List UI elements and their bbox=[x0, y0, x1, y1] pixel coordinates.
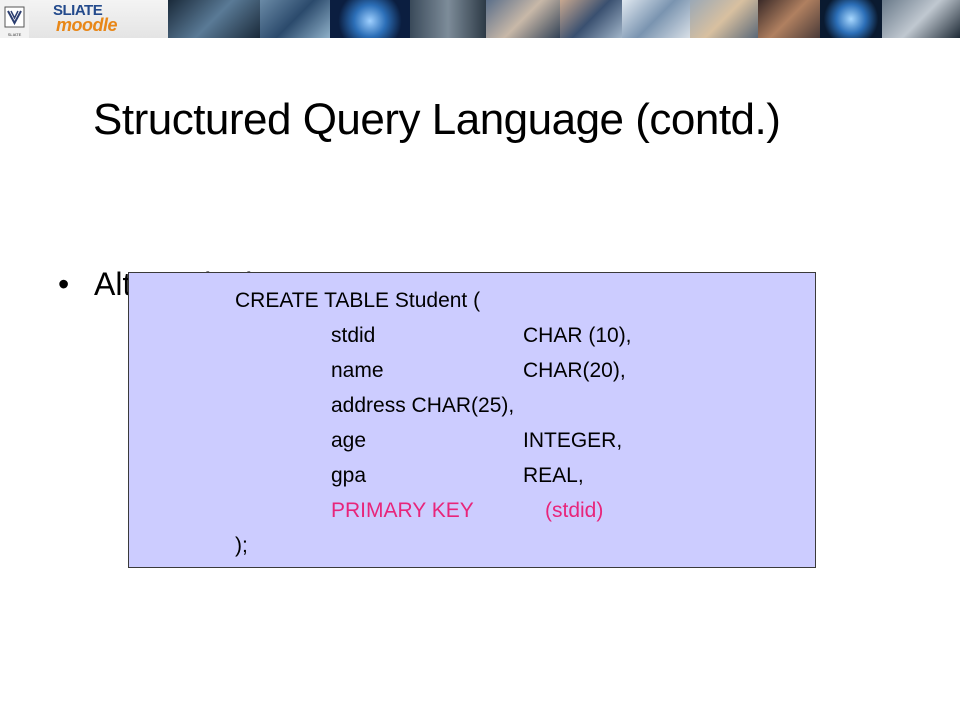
primary-key-column: (stdid) bbox=[545, 499, 604, 522]
banner-photo-tile bbox=[260, 0, 330, 38]
header-banner: SLIATE SLIATE moodle bbox=[0, 0, 960, 38]
banner-photo-tile bbox=[820, 0, 882, 38]
banner-photo-tile bbox=[560, 0, 622, 38]
field-name: age bbox=[331, 429, 367, 452]
slide-title: Structured Query Language (contd.) bbox=[93, 95, 781, 144]
banner-photo-tile bbox=[168, 0, 260, 38]
banner-photo-tile bbox=[410, 0, 486, 38]
banner-photo-tile bbox=[758, 0, 820, 38]
field-name: gpa bbox=[331, 464, 367, 487]
institute-logo: SLIATE bbox=[0, 0, 29, 38]
logo-caption: SLIATE bbox=[7, 32, 22, 37]
banner-photo-strip bbox=[168, 0, 960, 38]
brand-line-2: moodle bbox=[56, 15, 118, 35]
statement-close: ); bbox=[235, 534, 248, 557]
banner-photo-tile bbox=[486, 0, 560, 38]
field-type: CHAR(20), bbox=[523, 359, 626, 382]
field-type: CHAR (10), bbox=[523, 324, 632, 347]
create-table-statement: CREATE TABLE Student ( bbox=[235, 289, 481, 312]
institute-emblem-icon bbox=[4, 6, 25, 28]
field-name: name bbox=[331, 359, 384, 382]
field-type: REAL, bbox=[523, 464, 584, 487]
primary-key-keyword: PRIMARY KEY bbox=[331, 499, 474, 522]
banner-photo-tile bbox=[330, 0, 410, 38]
bullet-marker: • bbox=[58, 266, 70, 302]
banner-photo-tile bbox=[882, 0, 960, 38]
moodle-brand-logo[interactable]: SLIATE moodle bbox=[29, 0, 168, 38]
field-name: stdid bbox=[331, 324, 376, 347]
banner-photo-tile bbox=[690, 0, 758, 38]
banner-photo-tile bbox=[622, 0, 690, 38]
field-type: INTEGER, bbox=[523, 429, 623, 452]
sql-code-box: CREATE TABLE Student ( stdid CHAR (10), … bbox=[128, 272, 816, 568]
field-definition: address CHAR(25), bbox=[331, 394, 515, 417]
